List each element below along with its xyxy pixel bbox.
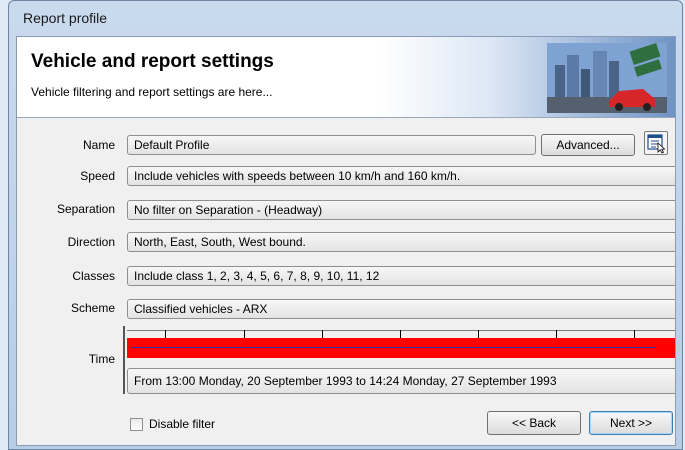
time-range-field[interactable]: From 13:00 Monday, 20 September 1993 to … [127, 368, 675, 394]
time-tick [634, 330, 635, 338]
next-button[interactable]: Next >> [589, 411, 673, 435]
time-tick [165, 330, 166, 338]
separation-label: Separation [56, 202, 115, 216]
time-tick [400, 330, 401, 338]
time-tick [322, 330, 323, 338]
properties-icon-glyph [647, 134, 666, 154]
report-profile-window: Report profile Vehicle and report settin… [8, 0, 683, 450]
advanced-button[interactable]: Advanced... [541, 134, 635, 156]
classes-label: Classes [72, 269, 115, 283]
classes-field[interactable]: Include class 1, 2, 3, 4, 5, 6, 7, 8, 9,… [127, 266, 675, 286]
disable-filter-label[interactable]: Disable filter [149, 417, 215, 431]
name-label: Name [82, 138, 115, 152]
time-label: Time [88, 352, 115, 366]
properties-icon[interactable] [644, 131, 668, 155]
time-tick [556, 330, 557, 338]
time-ruler [127, 330, 675, 331]
speed-field[interactable]: Include vehicles with speeds between 10 … [127, 166, 675, 186]
window-title: Report profile [23, 10, 108, 26]
time-tick [478, 330, 479, 338]
name-field[interactable]: Default Profile [127, 135, 536, 155]
time-range-line [131, 347, 656, 348]
banner-heading: Vehicle and report settings [31, 51, 274, 72]
title-bar[interactable]: Report profile [9, 1, 682, 35]
time-divider [123, 326, 125, 394]
time-tick [244, 330, 245, 338]
speed-label: Speed [80, 169, 115, 183]
scheme-label: Scheme [70, 301, 115, 315]
time-range-bar[interactable] [127, 338, 675, 358]
dialog-client-area: Vehicle and report settings Vehicle filt… [16, 36, 676, 446]
header-banner: Vehicle and report settings Vehicle filt… [17, 37, 675, 118]
banner-subheading: Vehicle filtering and report settings ar… [31, 85, 273, 99]
time-range-selector[interactable]: From 13:00 Monday, 20 September 1993 to … [123, 326, 675, 394]
scheme-field[interactable]: Classified vehicles - ARX [127, 299, 675, 319]
back-button[interactable]: << Back [487, 411, 581, 435]
direction-field[interactable]: North, East, South, West bound. [127, 232, 675, 252]
city-traffic-image [547, 43, 667, 113]
disable-filter-checkbox[interactable] [130, 418, 143, 431]
direction-label: Direction [67, 235, 115, 249]
separation-field[interactable]: No filter on Separation - (Headway) [127, 200, 675, 220]
